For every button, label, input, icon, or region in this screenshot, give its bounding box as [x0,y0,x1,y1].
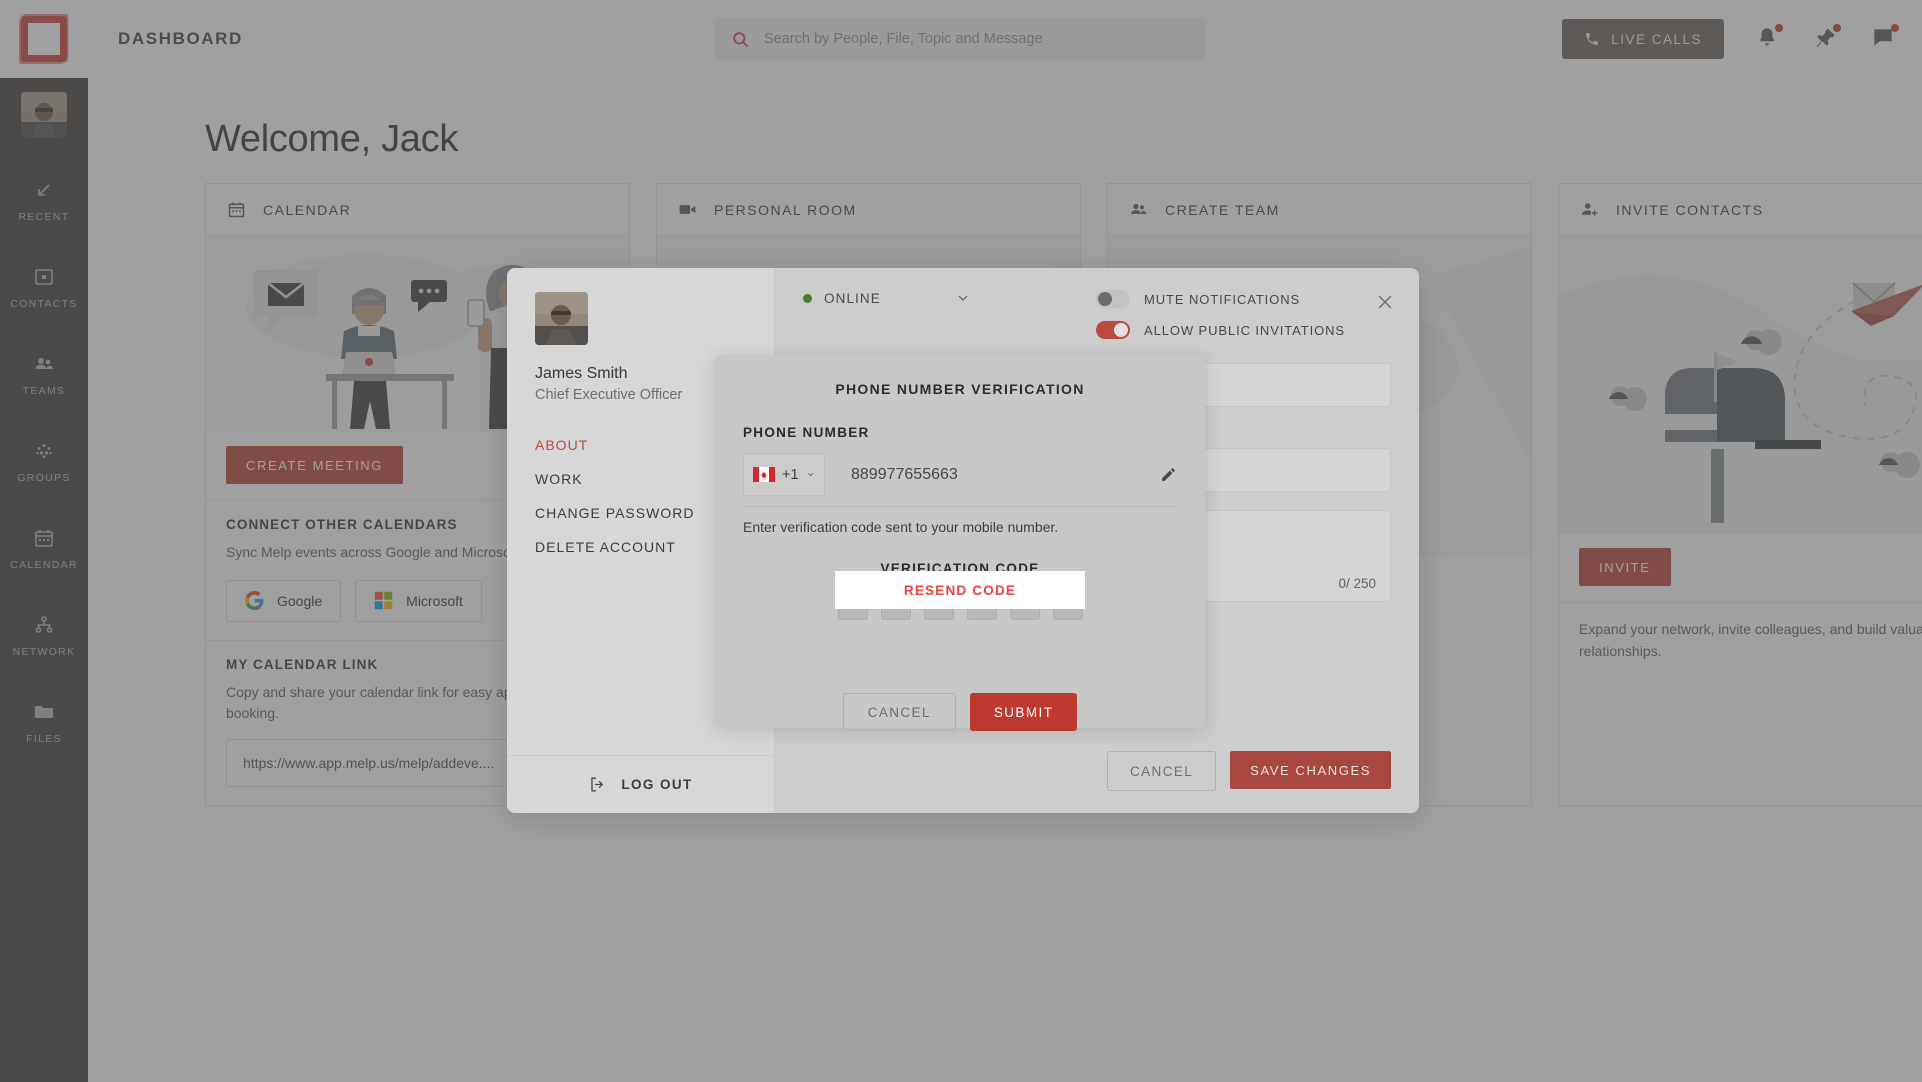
chevron-down-icon [807,473,813,477]
verification-title: PHONE NUMBER VERIFICATION [835,381,1085,397]
app-root: RECENT CONTACTS TEAMS GROUPS CALENDAR NE… [0,0,1922,1082]
verification-hint: Enter verification code sent to your mob… [743,519,1059,535]
phone-number-label: PHONE NUMBER [743,425,870,440]
phone-verification-dialog: PHONE NUMBER VERIFICATION PHONE NUMBER +… [715,355,1205,731]
country-code-value: +1 [782,466,799,483]
phone-field-divider [743,506,1177,507]
phone-number-value: 889977655663 [851,465,958,483]
verification-actions: CANCEL SUBMIT [743,693,1177,731]
maple-leaf-icon [760,471,768,479]
canada-flag-icon [753,467,775,482]
verification-submit-button[interactable]: SUBMIT [969,693,1078,731]
verification-cancel-button[interactable]: CANCEL [842,693,956,731]
phone-row: +1 889977655663 [743,453,1177,496]
country-code-select[interactable]: +1 [743,453,825,496]
pencil-icon[interactable] [1160,466,1177,483]
resend-code-button[interactable]: RESEND CODE [835,571,1085,609]
